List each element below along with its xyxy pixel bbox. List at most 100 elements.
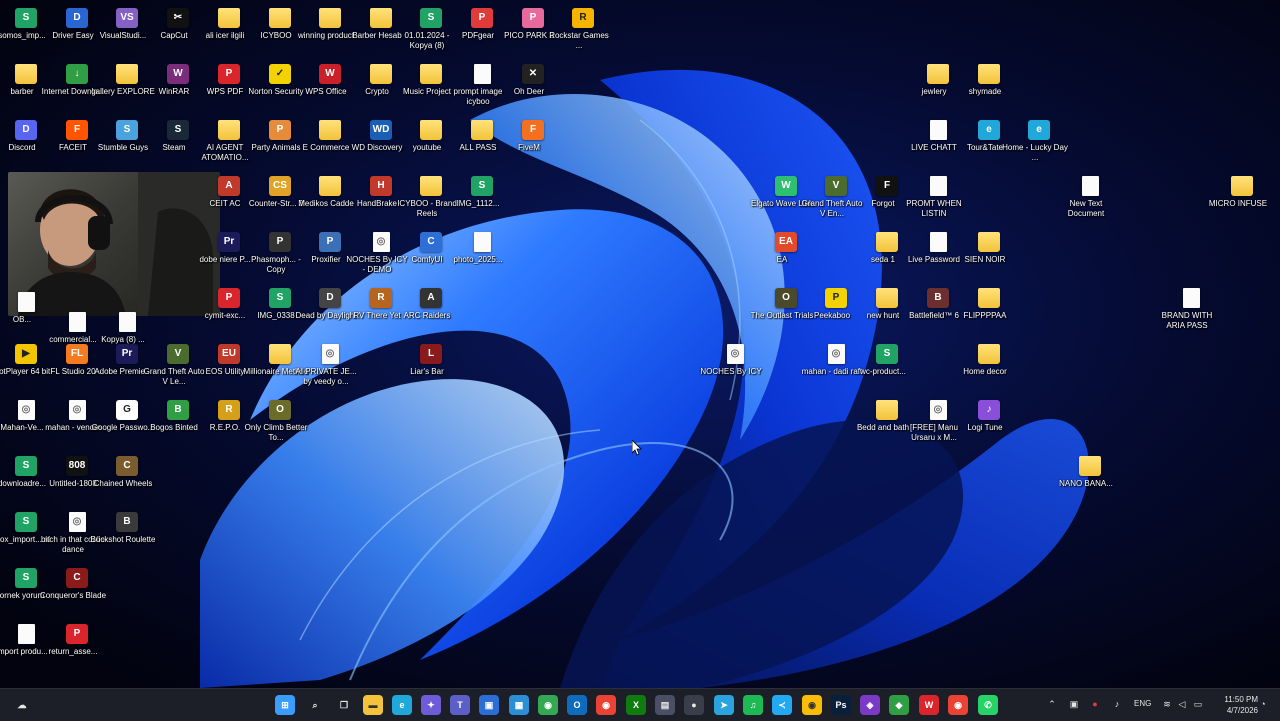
desktop-icon-label: New Text Document xyxy=(1067,199,1105,218)
desktop-icon-label: NOCHES By ICY xyxy=(700,367,762,376)
desktop-icon-label: Logi Tune xyxy=(967,423,1003,432)
app-icon: EA xyxy=(775,232,797,252)
desktop-icon[interactable]: C Conqueror's Blade xyxy=(40,566,106,620)
desktop-icon-label: wc-product... xyxy=(860,367,906,376)
app-icon: O xyxy=(269,400,291,420)
app-icon: B xyxy=(116,512,138,532)
clock[interactable]: 11:50 PM 4/7/2026 xyxy=(1210,694,1258,716)
tray-app-icon-2[interactable]: ● xyxy=(1089,698,1101,710)
app-icon: F xyxy=(876,176,898,196)
desktop-icon[interactable]: F FiveM xyxy=(508,118,558,172)
clock-time: 11:50 PM xyxy=(1224,695,1258,704)
desktop-icon[interactable]: O Only Climb Better To... xyxy=(245,398,307,452)
desktop-icon[interactable]: SIEN NOIR xyxy=(964,230,1014,284)
desktop-icon[interactable]: e Home - Lucky Day ... xyxy=(1002,118,1068,172)
desktop-icon[interactable]: S IMG_1112... xyxy=(457,174,507,228)
desktop-icon[interactable]: B Buckshot Roulette xyxy=(91,510,155,564)
desktop-icon[interactable]: ◎ AI PRIVATE JE... by veedy o... xyxy=(295,342,357,396)
desktop-icon[interactable]: L Liar's Bar xyxy=(406,342,456,396)
folder-icon xyxy=(876,232,898,252)
folder-icon xyxy=(1079,456,1101,476)
desktop-icon[interactable]: FLIPPPPAA xyxy=(964,286,1014,340)
folder-icon xyxy=(978,344,1000,364)
folder-icon xyxy=(978,64,1000,84)
document-icon xyxy=(929,232,947,252)
folder-icon xyxy=(876,288,898,308)
app-icon: S xyxy=(167,120,189,140)
spotify-icon[interactable]: ♫ xyxy=(743,695,763,715)
telegram-icon[interactable]: ➤ xyxy=(714,695,734,715)
edge-icon[interactable]: e xyxy=(392,695,412,715)
desktop-icon[interactable]: MICRO INFUSE xyxy=(1209,174,1267,228)
desktop-icon[interactable]: Preturn_asse... xyxy=(49,622,102,676)
app-icon: B xyxy=(927,288,949,308)
app-icon-4[interactable]: ◈ xyxy=(860,695,880,715)
desktop-icon[interactable]: R Rockstar Games ... xyxy=(549,6,609,60)
app-icon-3[interactable]: ● xyxy=(684,695,704,715)
tray-app-icon[interactable]: ▣ xyxy=(1068,698,1080,710)
task-view-icon[interactable]: ❐ xyxy=(334,695,354,715)
document-icon: ◎ xyxy=(17,400,35,420)
vscode-icon[interactable]: ≺ xyxy=(772,695,792,715)
desktop-icon[interactable]: C Chained Wheels xyxy=(94,454,152,508)
app-icon: B xyxy=(167,400,189,420)
volume-icon[interactable]: ◁ xyxy=(1176,698,1188,710)
document-icon xyxy=(929,120,947,140)
app-icon: V xyxy=(825,176,847,196)
document-icon xyxy=(473,64,491,84)
app-icon: ✓ xyxy=(269,64,291,84)
desktop-icon[interactable]: EA EA xyxy=(761,230,811,284)
app-icon[interactable]: ▣ xyxy=(479,695,499,715)
chrome-icon-2[interactable]: ◉ xyxy=(596,695,616,715)
desktop-icon-label: BRAND WITH ARIA PASS xyxy=(1161,311,1213,330)
copilot-icon[interactable]: ✦ xyxy=(421,695,441,715)
notification-area-left-icon[interactable]: ☁ xyxy=(12,695,32,715)
app-icon: e xyxy=(978,120,1000,140)
desktop-icon[interactable]: ◎ NOCHES By ICY xyxy=(700,342,762,396)
desktop-icon[interactable]: OB... xyxy=(1,290,51,344)
app-icon: P xyxy=(269,120,291,140)
app-icon: D xyxy=(66,8,88,28)
search-icon[interactable]: ⌕ xyxy=(305,695,325,715)
whatsapp-icon[interactable]: ✆ xyxy=(978,695,998,715)
chrome-icon-4[interactable]: ◉ xyxy=(948,695,968,715)
desktop-icon[interactable]: Home decor xyxy=(963,342,1014,396)
app-icon: P xyxy=(522,8,544,28)
desktop-icon[interactable]: BRAND WITH ARIA PASS xyxy=(1162,286,1216,340)
chrome-icon[interactable]: ◉ xyxy=(538,695,558,715)
desktop-icon[interactable]: New Text Document xyxy=(1065,174,1115,228)
document-icon: ◎ xyxy=(372,232,390,252)
teams-icon[interactable]: T xyxy=(450,695,470,715)
desktop-icon[interactable]: A ARC Raiders xyxy=(404,286,456,340)
app-icon-2[interactable]: ▤ xyxy=(655,695,675,715)
desktop-icon[interactable]: Kopya (8) ... xyxy=(101,310,152,364)
desktop-icon[interactable]: PROMT WHEN LISTIN xyxy=(906,174,963,228)
desktop-icon-label: Chained Wheels xyxy=(93,479,153,488)
desktop-icon[interactable]: shymade xyxy=(964,62,1014,116)
desktop-icon-label: IMG_1112... xyxy=(456,199,500,208)
desktop-icon[interactable]: Swc-product... xyxy=(860,342,912,396)
battery-icon[interactable]: ▭ xyxy=(1192,698,1204,710)
desktop-icon[interactable]: NANO BANA... xyxy=(1059,454,1115,508)
outlook-icon[interactable]: O xyxy=(567,695,587,715)
folder-icon xyxy=(116,64,138,84)
document-icon: ◎ xyxy=(827,344,845,364)
app-icon-5[interactable]: ◆ xyxy=(889,695,909,715)
store-icon[interactable]: ▦ xyxy=(509,695,529,715)
photoshop-icon[interactable]: Ps xyxy=(831,695,851,715)
chevron-up-icon[interactable]: ⌃ xyxy=(1046,698,1058,710)
chrome-icon-3[interactable]: ◉ xyxy=(802,695,822,715)
wifi-icon[interactable]: ≋ xyxy=(1161,698,1173,710)
windows-start-icon[interactable]: ⊞ xyxy=(275,695,295,715)
language-indicator[interactable]: ENG xyxy=(1134,699,1151,708)
microphone-icon[interactable]: ♪ xyxy=(1111,698,1123,710)
wps-icon[interactable]: W xyxy=(919,695,939,715)
notification-bell-icon[interactable]: ◔ xyxy=(1257,698,1269,710)
app-icon: ✕ xyxy=(522,64,544,84)
desktop-icon[interactable]: photo_2025... xyxy=(454,230,507,284)
desktop-icon[interactable]: ✕ Oh Deer xyxy=(508,62,558,116)
file-explorer-icon[interactable]: ▬ xyxy=(363,695,383,715)
xbox-icon[interactable]: X xyxy=(626,695,646,715)
desktop-icon[interactable]: ♪ Logi Tune xyxy=(964,398,1014,452)
app-icon: S xyxy=(269,288,291,308)
